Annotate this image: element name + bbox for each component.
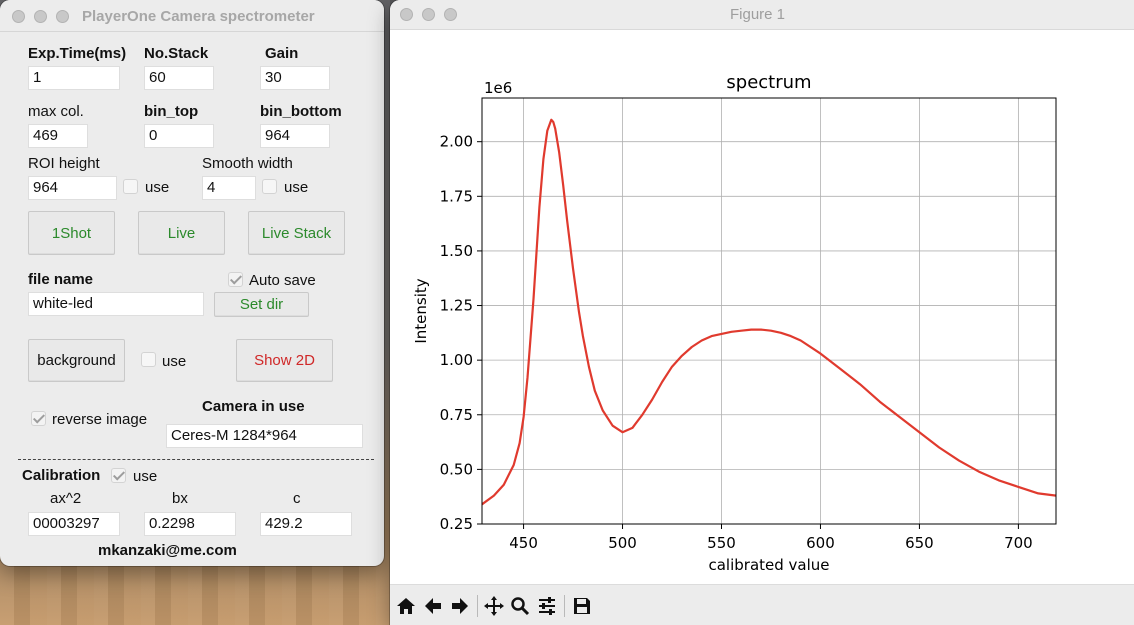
calibration-use-checkbox[interactable] [111, 468, 126, 483]
y-tick-label: 1.50 [440, 242, 473, 260]
y-tick-label: 0.25 [440, 515, 473, 533]
one-shot-button[interactable]: 1Shot [28, 211, 115, 255]
x-tick-label: 650 [905, 534, 934, 552]
x-tick-label: 700 [1004, 534, 1033, 552]
gain-label: Gain [265, 45, 299, 62]
bin-top-input[interactable]: 0 [144, 124, 214, 148]
roi-use-label: use [145, 179, 170, 196]
y-tick-label: 0.75 [440, 406, 473, 424]
toolbar-separator [477, 595, 478, 617]
c-label: c [293, 490, 301, 507]
calibration-use-label: use [133, 468, 158, 485]
save-icon[interactable] [570, 594, 594, 618]
home-icon[interactable] [394, 594, 418, 618]
bx-label: bx [172, 490, 188, 507]
spectrum-chart[interactable]: 450 500 550 600 650 700 0.25 0.50 0.75 1.00 1.25 1.… [390, 30, 1134, 584]
figure-window-title: Figure 1 [730, 6, 786, 23]
background-use-checkbox[interactable] [141, 352, 156, 367]
plot-frame [481, 97, 1057, 525]
live-stack-button[interactable]: Live Stack [248, 211, 345, 255]
minimize-window-button[interactable] [34, 10, 47, 23]
close-window-button[interactable] [12, 10, 25, 23]
exposure-label: Exp.Time(ms) [28, 45, 127, 62]
y-tick-label: 0.50 [440, 460, 473, 478]
show-2d-button[interactable]: Show 2D [236, 339, 333, 382]
file-name-label: file name [28, 271, 94, 288]
figure-toolbar [390, 584, 1134, 625]
stack-label: No.Stack [144, 45, 209, 62]
gain-input[interactable]: 30 [260, 66, 330, 90]
pan-icon[interactable] [482, 594, 506, 618]
camera-in-use-label: Camera in use [202, 398, 305, 415]
max-col-input[interactable]: 469 [28, 124, 88, 148]
reverse-image-label: reverse image [52, 411, 148, 428]
y-tick-label: 1.25 [440, 297, 473, 315]
bx-input[interactable]: 0.2298 [144, 512, 236, 536]
y-tick-label: 1.75 [440, 187, 473, 205]
roi-height-input[interactable]: 964 [28, 176, 117, 200]
roi-height-label: ROI height [28, 155, 100, 172]
bin-bottom-label: bin_bottom [260, 103, 342, 120]
configure-subplots-icon[interactable] [535, 594, 559, 618]
section-divider [18, 459, 374, 460]
spectrometer-control-window: PlayerOne Camera spectrometer Exp.Time(m… [0, 0, 384, 566]
chart-title: spectrum [726, 72, 811, 93]
stack-input[interactable]: 60 [144, 66, 214, 90]
bin-top-label: bin_top [144, 103, 199, 120]
ax2-input[interactable]: 00003297 [28, 512, 120, 536]
zoom-icon[interactable] [508, 594, 532, 618]
background-button[interactable]: background [28, 339, 125, 382]
smooth-width-input[interactable]: 4 [202, 176, 256, 200]
zoom-window-button[interactable] [56, 10, 69, 23]
camera-in-use-field: Ceres-M 1284*964 [166, 424, 363, 448]
control-window-titlebar[interactable]: PlayerOne Camera spectrometer [0, 0, 384, 32]
figure-zoom-button[interactable] [444, 8, 457, 21]
set-dir-button[interactable]: Set dir [214, 292, 309, 317]
control-window-title: PlayerOne Camera spectrometer [82, 8, 315, 25]
calibration-label: Calibration [22, 467, 101, 484]
file-name-input[interactable]: white-led [28, 292, 204, 316]
y-offset-label: 1e6 [484, 79, 512, 97]
roi-use-checkbox[interactable] [123, 179, 138, 194]
x-tick-label: 500 [608, 534, 637, 552]
figure-close-button[interactable] [400, 8, 413, 21]
footer-email: mkanzaki@me.com [98, 542, 237, 559]
spectrum-line [481, 118, 1057, 506]
x-tick-label: 550 [707, 534, 736, 552]
y-tick-label: 2.00 [440, 133, 473, 151]
smooth-width-label: Smooth width [202, 155, 293, 172]
smooth-use-checkbox[interactable] [262, 179, 277, 194]
figure-minimize-button[interactable] [422, 8, 435, 21]
y-tick-label: 1.00 [440, 351, 473, 369]
auto-save-checkbox[interactable] [228, 272, 243, 287]
toolbar-separator [564, 595, 565, 617]
x-tick-label: 450 [509, 534, 538, 552]
figure-window-titlebar[interactable]: Figure 1 [390, 0, 1134, 30]
figure-window: Figure 1 450 500 550 600 650 700 0.25 0.50 0.75 1… [390, 0, 1134, 625]
background-use-label: use [162, 353, 187, 370]
back-arrow-icon[interactable] [421, 594, 445, 618]
bin-bottom-input[interactable]: 964 [260, 124, 330, 148]
x-tick-label: 600 [806, 534, 835, 552]
x-axis-label: calibrated value [708, 556, 829, 574]
ax2-label: ax^2 [50, 490, 82, 507]
c-input[interactable]: 429.2 [260, 512, 352, 536]
max-col-label: max col. [28, 103, 84, 120]
smooth-use-label: use [284, 179, 309, 196]
y-axis-label: Intensity [412, 278, 430, 343]
live-button[interactable]: Live [138, 211, 225, 255]
reverse-image-checkbox[interactable] [31, 411, 46, 426]
forward-arrow-icon[interactable] [448, 594, 472, 618]
auto-save-label: Auto save [249, 272, 316, 289]
exposure-input[interactable]: 1 [28, 66, 120, 90]
